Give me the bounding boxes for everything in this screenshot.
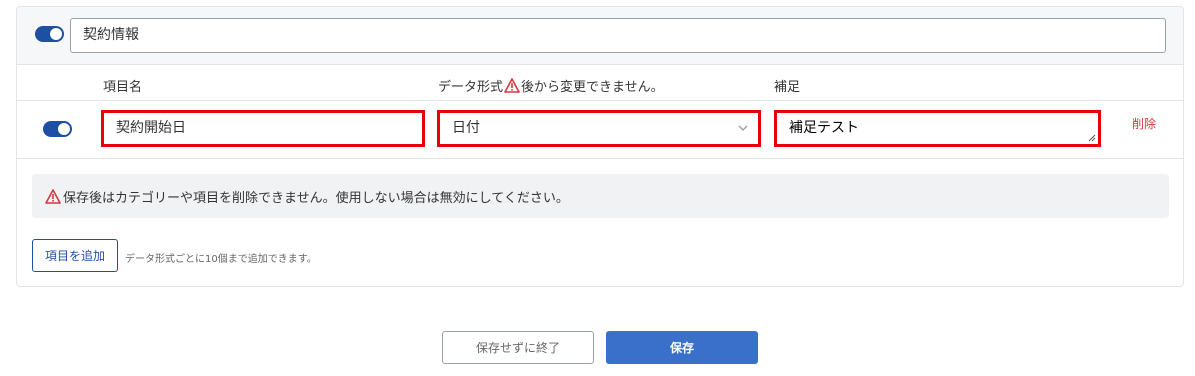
resize-handle-icon[interactable] (1088, 134, 1096, 142)
column-header-data-format: データ形式 後から変更できません。 (438, 76, 664, 95)
data-format-warning: 後から変更できません。 (521, 80, 664, 95)
supplement-value: 補足テスト (789, 120, 859, 136)
toggle-knob (58, 123, 70, 135)
toggle-knob (50, 28, 62, 40)
chevron-down-icon (738, 125, 748, 131)
warning-triangle-icon (504, 78, 520, 93)
item-toggle[interactable] (43, 121, 72, 137)
item-name-input[interactable]: 契約開始日 (101, 110, 425, 147)
column-header-item-name: 項目名 (103, 80, 143, 95)
row-divider (17, 100, 1183, 101)
category-card: 契約情報 項目名 データ形式 後から変更できません。 補足 契約開始日 日付 補… (16, 6, 1184, 287)
column-header-supplement: 補足 (774, 80, 801, 95)
notice-banner: 保存後はカテゴリーや項目を削除できません。使用しない場合は無効にしてください。 (32, 174, 1169, 218)
add-item-hint: データ形式ごとに10個まで追加できます。 (125, 254, 317, 265)
row-divider (17, 158, 1183, 159)
category-header: 契約情報 (17, 7, 1183, 65)
data-format-label: データ形式 (438, 80, 504, 95)
data-format-select[interactable]: 日付 (437, 110, 761, 147)
data-format-selected: 日付 (452, 120, 480, 136)
delete-item-link[interactable]: 削除 (1132, 115, 1156, 132)
add-item-button[interactable]: 項目を追加 (32, 239, 118, 272)
exit-without-saving-button[interactable]: 保存せずに終了 (442, 331, 594, 364)
save-button[interactable]: 保存 (606, 331, 758, 364)
notice-text: 保存後はカテゴリーや項目を削除できません。使用しない場合は無効にしてください。 (63, 190, 569, 206)
category-name-input[interactable]: 契約情報 (70, 18, 1166, 53)
supplement-textarea[interactable]: 補足テスト (774, 110, 1101, 147)
category-toggle[interactable] (35, 26, 64, 42)
warning-triangle-icon (45, 188, 61, 204)
